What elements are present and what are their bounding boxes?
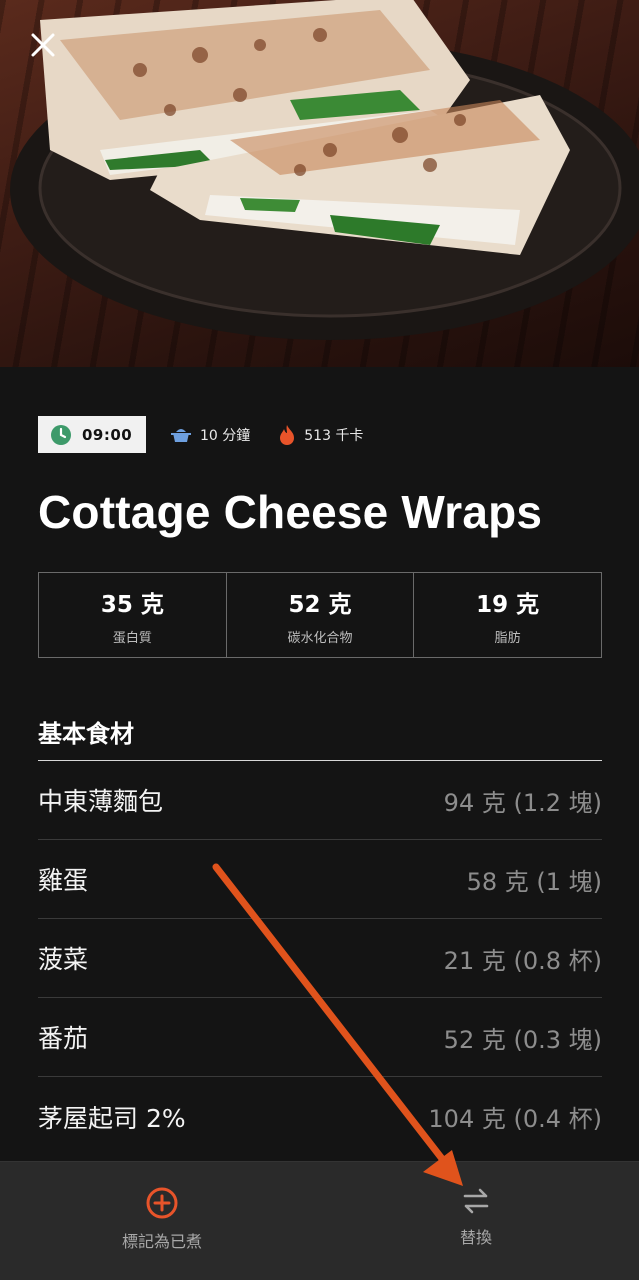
- ingredient-qty: 52 克 (0.3 塊): [443, 1025, 602, 1054]
- macro-fat: 19 克 脂肪: [414, 573, 601, 657]
- time-chip[interactable]: 09:00: [38, 416, 146, 453]
- swap-icon: [463, 1188, 489, 1214]
- ingredient-qty: 58 克 (1 塊): [466, 867, 602, 896]
- bottom-action-bar: 標記為已煮 替換: [0, 1161, 639, 1280]
- wrap-photo: [10, 0, 639, 340]
- ingredient-name: 雞蛋: [38, 866, 89, 895]
- ingredients-list: 中東薄麵包 94 克 (1.2 塊) 雞蛋 58 克 (1 塊) 菠菜 21 克…: [38, 761, 602, 1156]
- macro-value: 35 克: [100, 591, 164, 618]
- ingredient-row[interactable]: 雞蛋 58 克 (1 塊): [38, 840, 602, 919]
- ingredients-section-title: 基本食材: [38, 720, 134, 748]
- clock-icon: [51, 424, 71, 445]
- close-icon: [31, 33, 55, 57]
- mark-cooked-button[interactable]: 標記為已煮: [100, 1186, 224, 1252]
- close-button[interactable]: [30, 32, 66, 68]
- ingredient-name: 番茄: [38, 1024, 89, 1053]
- macro-protein: 35 克 蛋白質: [39, 573, 227, 657]
- ingredient-row[interactable]: 番茄 52 克 (0.3 塊): [38, 998, 602, 1077]
- macro-label: 蛋白質: [112, 630, 152, 646]
- ingredient-qty: 94 克 (1.2 塊): [443, 788, 602, 817]
- cook-time: 10 分鐘: [170, 425, 250, 445]
- swap-label: 替換: [459, 1228, 492, 1247]
- recipe-content: 09:00 10 分鐘 513 千卡 Cottage Cheese Wraps …: [0, 367, 639, 1161]
- recipe-hero-image: [0, 0, 639, 367]
- recipe-meta-row: 09:00 10 分鐘 513 千卡: [38, 416, 363, 453]
- macro-label: 脂肪: [494, 630, 521, 646]
- calories: 513 千卡: [278, 424, 363, 446]
- flame-icon: [280, 424, 295, 445]
- macro-label: 碳水化合物: [287, 630, 353, 646]
- ingredient-name: 菠菜: [38, 945, 89, 974]
- ingredient-row[interactable]: 茅屋起司 2% 104 克 (0.4 杯): [38, 1077, 602, 1156]
- pot-icon: [171, 428, 191, 442]
- mark-cooked-label: 標記為已煮: [121, 1232, 202, 1251]
- ingredient-qty: 104 克 (0.4 杯): [428, 1105, 602, 1133]
- calories-label: 513 千卡: [304, 427, 364, 444]
- ingredient-name: 茅屋起司 2%: [38, 1103, 186, 1133]
- ingredient-row[interactable]: 菠菜 21 克 (0.8 杯): [38, 919, 602, 998]
- macro-value: 19 克: [476, 591, 540, 618]
- time-value: 09:00: [82, 425, 133, 444]
- ingredient-qty: 21 克 (0.8 杯): [443, 946, 602, 975]
- macro-value: 52 克: [288, 591, 352, 618]
- recipe-title: Cottage Cheese Wraps: [38, 486, 543, 538]
- ingredient-row[interactable]: 中東薄麵包 94 克 (1.2 塊): [38, 761, 602, 840]
- cook-time-label: 10 分鐘: [200, 427, 251, 444]
- plus-circle-icon: [146, 1187, 178, 1219]
- macro-carbs: 52 克 碳水化合物: [227, 573, 415, 657]
- swap-button[interactable]: 替換: [436, 1186, 516, 1248]
- macros-table: 35 克 蛋白質 52 克 碳水化合物 19 克 脂肪: [38, 572, 602, 658]
- ingredient-name: 中東薄麵包: [38, 787, 164, 816]
